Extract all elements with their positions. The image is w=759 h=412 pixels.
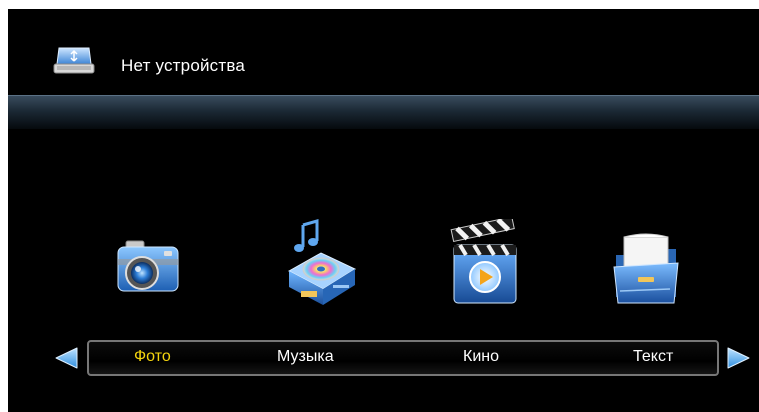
usb-drive-icon bbox=[53, 47, 95, 74]
arrow-right-icon[interactable] bbox=[726, 345, 752, 371]
header-band bbox=[8, 95, 759, 129]
camera-icon[interactable] bbox=[114, 227, 184, 307]
menu-item-movie[interactable]: Кино bbox=[463, 348, 499, 366]
menu-item-photo[interactable]: Фото bbox=[134, 348, 171, 366]
arrow-left-icon[interactable] bbox=[53, 345, 79, 371]
header-divider bbox=[8, 95, 759, 96]
header-bar bbox=[8, 9, 759, 97]
menu-item-music[interactable]: Музыка bbox=[277, 348, 334, 366]
music-box-icon[interactable] bbox=[281, 217, 361, 309]
menu-item-text[interactable]: Текст bbox=[633, 348, 673, 366]
media-menu-bar bbox=[87, 340, 719, 376]
clapperboard-icon[interactable] bbox=[446, 219, 522, 309]
media-player-screen: Нет устройства Фото Музыка Кино Текст bbox=[8, 9, 759, 412]
device-status-text: Нет устройства bbox=[121, 56, 246, 75]
folder-document-icon[interactable] bbox=[610, 227, 682, 309]
